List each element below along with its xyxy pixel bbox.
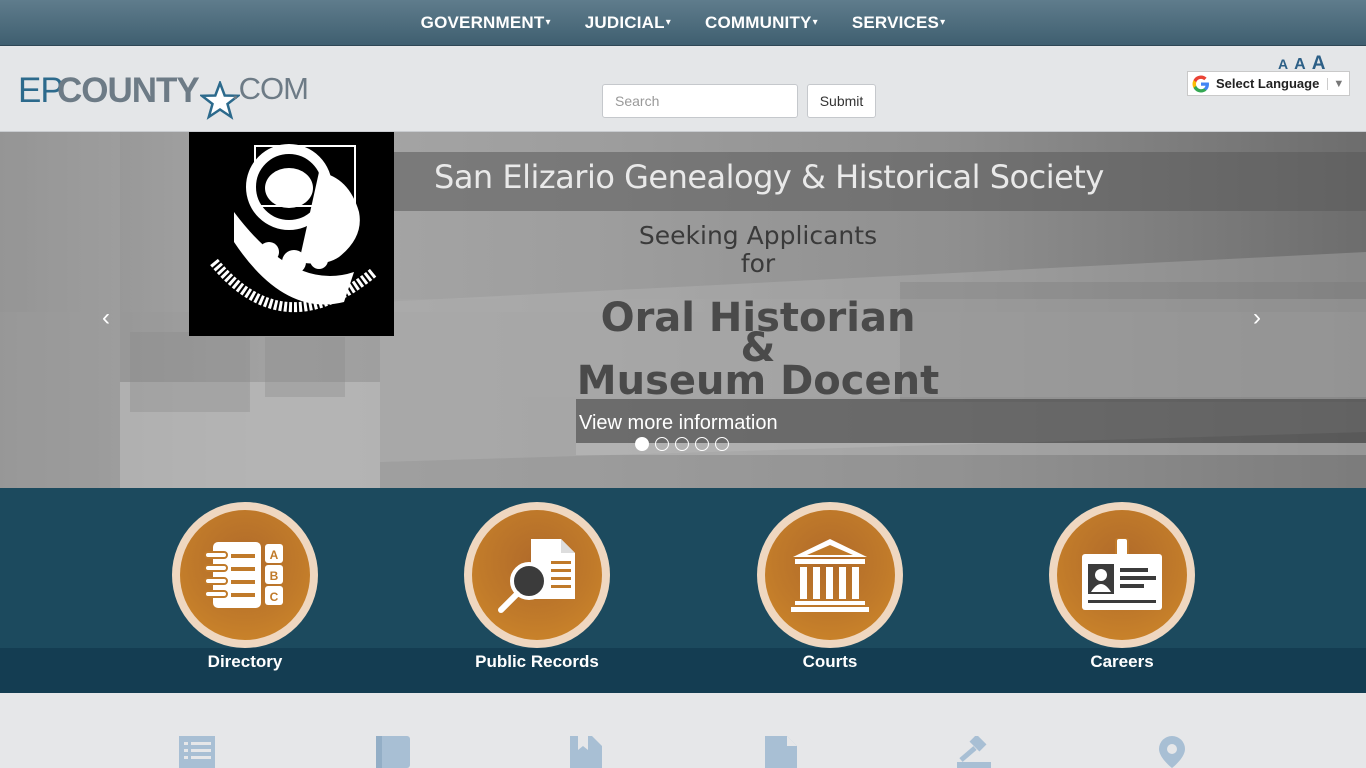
nav-services[interactable]: SERVICES▾: [835, 13, 963, 33]
quick-link-circle: A B C: [172, 502, 318, 648]
address-book-icon: A B C: [204, 542, 283, 608]
carousel-dot-5[interactable]: [715, 437, 729, 451]
logo-county: COUNTY: [57, 71, 200, 110]
slide-title: San Elizario Genealogy & Historical Soci…: [434, 158, 1104, 196]
submit-button[interactable]: Submit: [807, 84, 876, 118]
top-nav: GOVERNMENT▾ JUDICIAL▾ COMMUNITY▾ SERVICE…: [0, 0, 1366, 46]
google-icon: [1192, 75, 1209, 92]
logo-com: .COM: [231, 71, 309, 106]
carousel-next-button[interactable]: ›: [1253, 304, 1261, 332]
book-icon[interactable]: [372, 736, 412, 768]
carousel-dot-4[interactable]: [695, 437, 709, 451]
quick-link-public-records[interactable]: Public Records: [436, 502, 636, 682]
bookmark-file-icon[interactable]: [566, 736, 606, 768]
carousel-prev-button[interactable]: ‹: [102, 304, 110, 332]
svg-text:C: C: [270, 590, 279, 604]
society-seal-image: [189, 132, 394, 336]
quick-link-circle: [464, 502, 610, 648]
logo-ep: EP: [18, 71, 64, 110]
chevron-down-icon: ▾: [545, 16, 551, 28]
quick-link-circle: [1049, 502, 1195, 648]
carousel-indicators: [635, 437, 729, 451]
slide-role: Oral Historian & Museum Docent: [576, 295, 940, 404]
nav-judicial[interactable]: JUDICIAL▾: [568, 13, 688, 33]
quick-link-label: Public Records: [475, 652, 599, 671]
dropdown-arrow-icon: ▼: [1327, 77, 1344, 90]
language-label: Select Language: [1216, 76, 1320, 91]
gavel-icon[interactable]: [955, 736, 995, 768]
secondary-links-strip: [0, 693, 1366, 768]
nav-community[interactable]: COMMUNITY▾: [688, 13, 835, 33]
courthouse-icon: [791, 539, 869, 612]
id-badge-icon: [1082, 538, 1162, 610]
chevron-down-icon: ▾: [812, 16, 818, 28]
chevron-down-icon: ▾: [940, 16, 946, 28]
chevron-down-icon: ▾: [665, 16, 671, 28]
quick-link-label: Directory: [207, 652, 283, 671]
site-header: EP COUNTY .COM Submit A A A Select Langu…: [0, 47, 1366, 132]
quick-link-directory[interactable]: A B C Directory: [144, 502, 344, 682]
language-select[interactable]: Select Language ▼: [1187, 71, 1350, 96]
svg-text:B: B: [270, 569, 279, 583]
quick-link-label: Careers: [1090, 652, 1154, 671]
document-search-icon: [498, 539, 575, 613]
carousel-dot-2[interactable]: [655, 437, 669, 451]
quick-link-courts[interactable]: Courts: [729, 502, 929, 682]
text-size-small[interactable]: A: [1278, 56, 1288, 72]
svg-text:A: A: [270, 548, 279, 562]
hero-carousel: San Elizario Genealogy & Historical Soci…: [0, 132, 1366, 488]
slide-subtitle: Seeking Applicants for: [638, 221, 878, 278]
list-icon[interactable]: [177, 736, 217, 768]
map-pin-icon[interactable]: [1152, 736, 1192, 768]
society-seal-icon: [210, 144, 378, 313]
nav-government[interactable]: GOVERNMENT▾: [404, 13, 568, 33]
site-logo[interactable]: EP COUNTY .COM: [18, 71, 309, 121]
carousel-dot-1[interactable]: [635, 437, 649, 451]
search-input[interactable]: [602, 84, 798, 118]
quick-link-careers[interactable]: Careers: [1021, 502, 1221, 682]
view-more-link[interactable]: View more information: [579, 412, 778, 435]
quick-link-label: Courts: [802, 652, 858, 671]
quick-links-section: A B C Directory Public Records Courts Ca…: [0, 488, 1366, 693]
carousel-dot-3[interactable]: [675, 437, 689, 451]
quick-link-circle: [757, 502, 903, 648]
file-icon[interactable]: [761, 736, 801, 768]
